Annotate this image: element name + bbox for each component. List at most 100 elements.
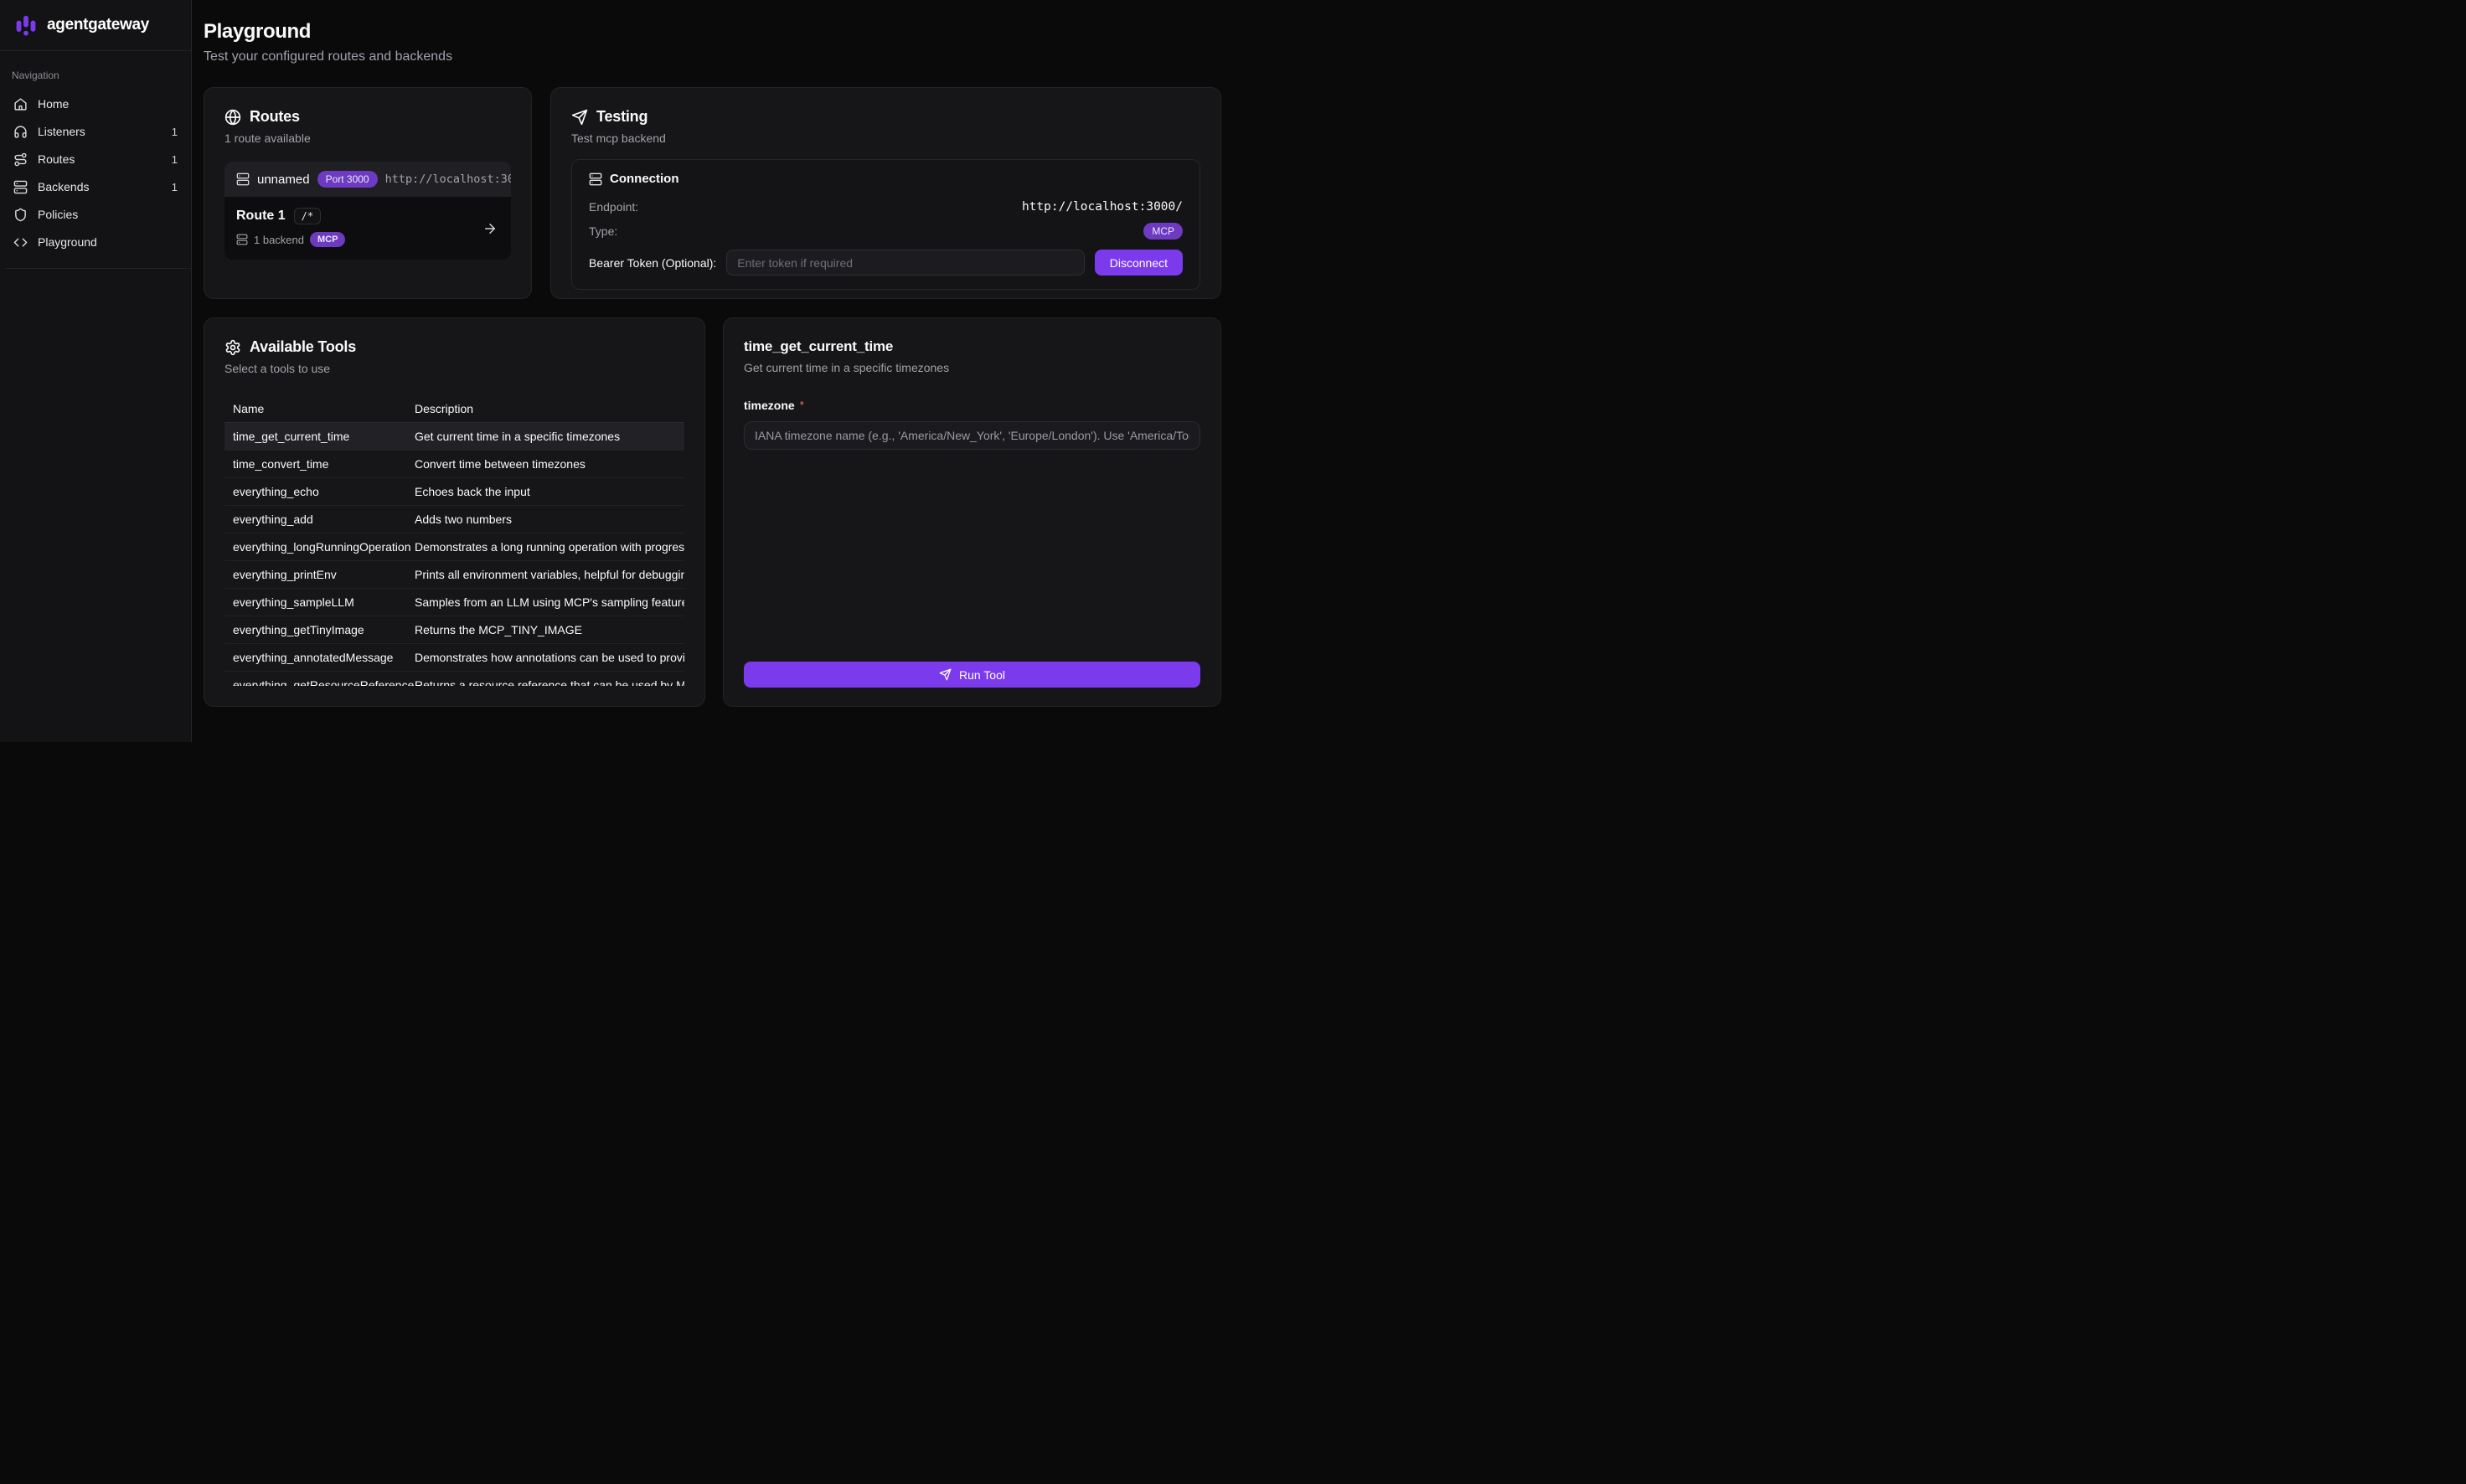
send-icon (939, 668, 952, 681)
tool-description: Samples from an LLM using MCP's sampling… (415, 595, 684, 609)
shield-icon (13, 208, 28, 222)
sidebar-item-playground[interactable]: Playground (0, 229, 191, 255)
sidebar: agentgateway Navigation HomeListeners1Ro… (0, 0, 192, 742)
home-icon (13, 97, 28, 111)
routes-card-subtitle: 1 route available (224, 131, 511, 145)
table-row[interactable]: everything_getResourceReferenceReturns a… (224, 672, 684, 686)
table-row[interactable]: everything_addAdds two numbers (224, 506, 684, 533)
table-row[interactable]: everything_annotatedMessageDemonstrates … (224, 644, 684, 672)
type-label: Type: (589, 224, 617, 238)
tools-table: Name Description time_get_current_timeGe… (224, 395, 684, 686)
routes-card: Routes 1 route available unnamed Port 30… (204, 87, 532, 299)
available-tools-title: Available Tools (250, 338, 356, 356)
connection-panel: Connection Endpoint: http://localhost:30… (571, 159, 1200, 290)
type-badge: MCP (1143, 223, 1183, 240)
tools-table-body: time_get_current_timeGet current time in… (224, 423, 684, 686)
route-item[interactable]: Route 1 /* 1 backend MCP (224, 197, 511, 260)
route-name: Route 1 (236, 209, 286, 224)
tool-description: Echoes back the input (415, 485, 684, 498)
headphones-icon (13, 125, 28, 139)
sidebar-item-label: Listeners (38, 125, 162, 138)
testing-card-subtitle: Test mcp backend (571, 131, 1200, 145)
endpoint-value: http://localhost:3000/ (1022, 200, 1183, 214)
brand-header[interactable]: agentgateway (0, 0, 191, 51)
listener-url: http://localhost:3000/ (385, 173, 511, 186)
testing-card: Testing Test mcp backend Connection Endp… (550, 87, 1221, 299)
bearer-token-label: Bearer Token (Optional): (589, 256, 716, 270)
table-row[interactable]: everything_getTinyImageReturns the MCP_T… (224, 616, 684, 644)
tool-runner-subtitle: Get current time in a specific timezones (744, 361, 1200, 374)
sidebar-item-count: 1 (172, 126, 178, 138)
agentgateway-logo-icon (13, 13, 39, 38)
tool-description: Adds two numbers (415, 513, 684, 526)
sidebar-item-label: Backends (38, 180, 162, 193)
route-path-chip: /* (294, 208, 321, 224)
table-row[interactable]: time_get_current_timeGet current time in… (224, 423, 684, 451)
server-icon (236, 173, 250, 186)
page-title: Playground (204, 20, 1221, 44)
page-subtitle: Test your configured routes and backends (204, 49, 1221, 64)
tool-name: everything_printEnv (224, 568, 415, 581)
port-badge: Port 3000 (317, 171, 378, 188)
sidebar-item-home[interactable]: Home (0, 90, 191, 117)
listener-row: unnamed Port 3000 http://localhost:3000/ (224, 162, 511, 197)
table-row[interactable]: time_convert_timeConvert time between ti… (224, 451, 684, 478)
tool-description: Demonstrates a long running operation wi… (415, 540, 684, 554)
sidebar-item-backends[interactable]: Backends 1 (0, 173, 191, 200)
gear-icon (224, 339, 241, 356)
nav-list: Home Listeners 1 Routes 1 Backends 1 Policies Pl… (0, 90, 191, 256)
sidebar-item-label: Home (38, 97, 178, 111)
tool-name: everything_echo (224, 485, 415, 498)
endpoint-label: Endpoint: (589, 200, 638, 214)
brand-name: agentgateway (47, 16, 149, 34)
timezone-input[interactable] (744, 421, 1200, 450)
sidebar-item-label: Routes (38, 152, 162, 166)
table-row[interactable]: everything_sampleLLMSamples from an LLM … (224, 589, 684, 616)
code-icon (13, 235, 28, 250)
available-tools-card: Available Tools Select a tools to use Na… (204, 317, 705, 707)
routes-card-title: Routes (250, 108, 300, 126)
connection-title: Connection (610, 172, 679, 186)
table-row[interactable]: everything_printEnvPrints all environmen… (224, 561, 684, 589)
tool-description: Returns a resource reference that can be… (415, 678, 684, 686)
tool-runner-title: time_get_current_time (744, 338, 1200, 355)
sidebar-item-policies[interactable]: Policies (0, 201, 191, 228)
timezone-field-label: timezone (744, 399, 795, 412)
tool-name: everything_longRunningOperation (224, 540, 415, 554)
table-row[interactable]: everything_echoEchoes back the input (224, 478, 684, 506)
tool-description: Get current time in a specific timezones (415, 430, 684, 443)
server-icon (236, 234, 248, 245)
sidebar-item-label: Policies (38, 208, 178, 221)
testing-card-title: Testing (596, 108, 647, 126)
listener-name: unnamed (257, 173, 310, 187)
sidebar-item-listeners[interactable]: Listeners 1 (0, 118, 191, 145)
tool-name: everything_annotatedMessage (224, 651, 415, 664)
arrow-right-icon[interactable] (482, 221, 498, 236)
sidebar-item-count: 1 (172, 181, 178, 193)
tool-description: Returns the MCP_TINY_IMAGE (415, 623, 684, 636)
tool-name: everything_add (224, 513, 415, 526)
send-icon (571, 109, 588, 126)
tool-name: everything_getTinyImage (224, 623, 415, 636)
disconnect-button[interactable]: Disconnect (1095, 250, 1183, 276)
available-tools-subtitle: Select a tools to use (224, 362, 684, 375)
tool-description: Demonstrates how annotations can be used… (415, 651, 684, 664)
tool-description: Prints all environment variables, helpfu… (415, 568, 684, 581)
tool-name: time_get_current_time (224, 430, 415, 443)
server-icon (13, 180, 28, 194)
tool-runner-card: time_get_current_time Get current time i… (723, 317, 1221, 707)
column-header-name: Name (224, 402, 415, 415)
route-icon (13, 152, 28, 167)
required-asterisk: * (800, 399, 804, 411)
globe-icon (224, 109, 241, 126)
sidebar-item-count: 1 (172, 153, 178, 166)
table-row[interactable]: everything_longRunningOperationDemonstra… (224, 533, 684, 561)
nav-section-label: Navigation (12, 70, 178, 81)
bearer-token-input[interactable] (726, 250, 1084, 276)
sidebar-item-routes[interactable]: Routes 1 (0, 146, 191, 173)
route-backend-count: 1 backend (254, 234, 304, 246)
tool-description: Convert time between timezones (415, 457, 684, 471)
tools-table-header: Name Description (224, 395, 684, 423)
run-tool-button[interactable]: Run Tool (744, 662, 1200, 688)
sidebar-item-label: Playground (38, 235, 178, 249)
